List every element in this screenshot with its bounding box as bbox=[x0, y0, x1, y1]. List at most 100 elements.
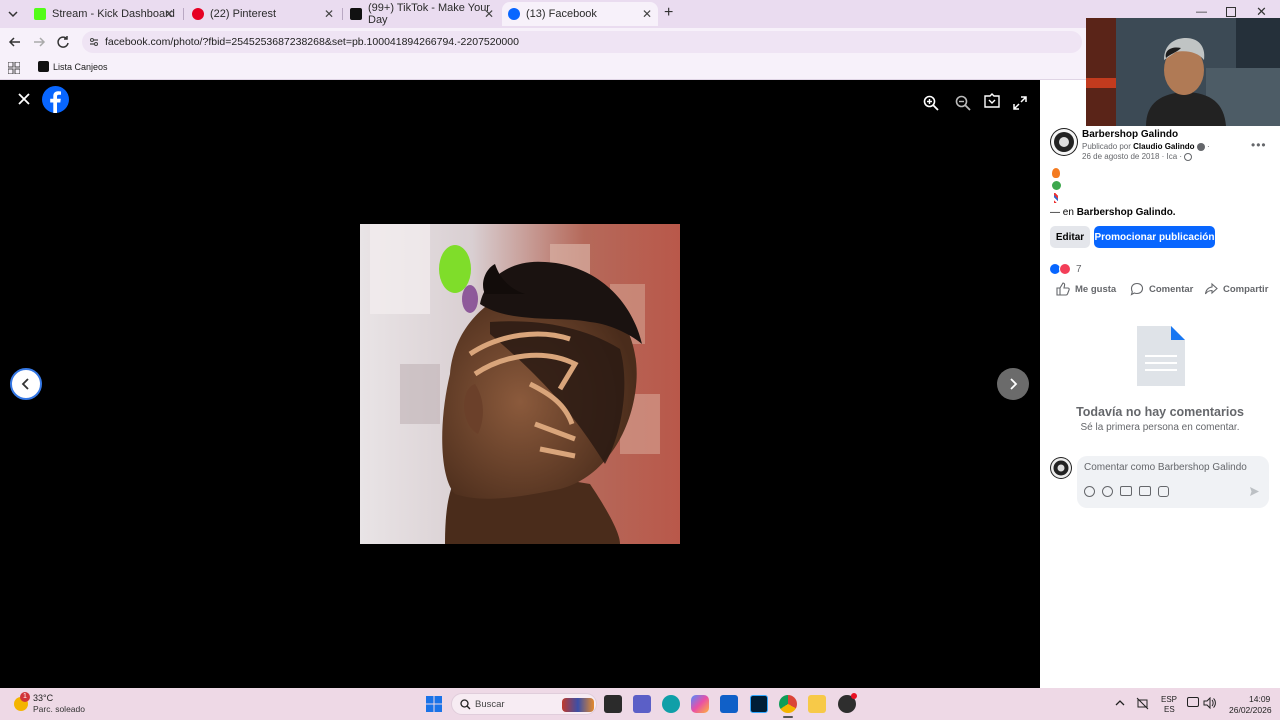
love-reaction-icon[interactable] bbox=[1059, 263, 1071, 275]
avatar-sticker-icon[interactable] bbox=[1084, 486, 1095, 497]
page-name[interactable]: Barbershop Galindo bbox=[1082, 129, 1178, 140]
chrome-icon[interactable] bbox=[779, 695, 797, 713]
next-photo-button[interactable] bbox=[997, 368, 1029, 400]
comment-icon bbox=[1130, 282, 1144, 296]
kick-icon bbox=[34, 8, 46, 20]
webcam-overlay bbox=[1086, 18, 1280, 126]
document-icon bbox=[1137, 326, 1185, 386]
back-icon[interactable] bbox=[8, 35, 22, 49]
close-tab-icon[interactable]: ✕ bbox=[324, 7, 334, 21]
close-tab-icon[interactable]: ✕ bbox=[484, 7, 494, 21]
promote-post-button[interactable]: Promocionar publicación bbox=[1094, 226, 1215, 248]
tab-title: (22) Pinterest bbox=[210, 8, 277, 20]
pinterest-icon bbox=[192, 8, 204, 20]
forward-icon[interactable] bbox=[32, 35, 46, 49]
language-indicator[interactable]: ESP bbox=[1161, 695, 1177, 704]
globe-icon bbox=[1184, 152, 1193, 161]
keyboard-layout[interactable]: ES bbox=[1164, 705, 1175, 714]
globe-emoji-icon bbox=[1052, 181, 1061, 190]
site-info-icon[interactable] bbox=[88, 36, 100, 48]
camera-icon[interactable] bbox=[1120, 486, 1132, 496]
reaction-count[interactable]: 7 bbox=[1076, 264, 1082, 275]
photo-viewer bbox=[0, 80, 1040, 688]
clock-date[interactable]: 26/02/2026 bbox=[1229, 705, 1272, 715]
search-highlight-image bbox=[562, 698, 594, 712]
address-bar[interactable]: facebook.com/photo/?fbid=254525368723826… bbox=[82, 31, 1082, 53]
page-avatar[interactable] bbox=[1050, 128, 1078, 156]
tab-list-icon[interactable] bbox=[6, 7, 20, 21]
new-tab-button[interactable]: + bbox=[664, 5, 673, 21]
comment-button[interactable]: Comentar bbox=[1130, 282, 1193, 296]
close-tab-icon[interactable]: ✕ bbox=[642, 7, 652, 21]
like-button[interactable]: Me gusta bbox=[1056, 282, 1116, 296]
no-comments-title: Todavía no hay comentarios bbox=[1076, 405, 1244, 419]
post-date[interactable]: 26 de agosto de 2018 bbox=[1082, 152, 1159, 161]
share-button[interactable]: Compartir bbox=[1204, 282, 1268, 296]
edge-icon[interactable] bbox=[662, 695, 680, 713]
send-icon[interactable] bbox=[1249, 486, 1260, 497]
tiktok-icon bbox=[38, 61, 49, 72]
volume-icon[interactable] bbox=[1203, 697, 1216, 709]
barber-pole-emoji-icon bbox=[1054, 193, 1058, 203]
comment-input[interactable]: Comentar como Barbershop Galindo bbox=[1084, 462, 1247, 473]
browser-tab-kick[interactable]: Stream - Kick Dashboard ✕ bbox=[28, 2, 180, 26]
published-by-prefix: Publicado por bbox=[1082, 142, 1131, 151]
windows-taskbar: 1 33°C Parc. soleado Buscar ESP ES 14:09… bbox=[0, 688, 1280, 720]
chevron-right-icon bbox=[1010, 378, 1018, 390]
edit-button[interactable]: Editar bbox=[1050, 226, 1090, 248]
fullscreen-icon[interactable] bbox=[1013, 96, 1027, 110]
comment-box[interactable]: Comentar como Barbershop Galindo bbox=[1077, 456, 1269, 508]
zoom-in-icon[interactable] bbox=[923, 95, 939, 111]
clock-time[interactable]: 14:09 bbox=[1249, 694, 1270, 704]
restore-window-button[interactable] bbox=[1226, 7, 1236, 17]
tab-title: Stream - Kick Dashboard bbox=[52, 8, 175, 20]
copilot-icon[interactable] bbox=[691, 695, 709, 713]
zoom-out-icon[interactable] bbox=[955, 95, 971, 111]
show-hidden-icons-icon[interactable] bbox=[1115, 698, 1125, 708]
commenter-avatar[interactable] bbox=[1050, 457, 1072, 479]
share-icon bbox=[1204, 282, 1218, 295]
browser-tab-facebook[interactable]: (13) Facebook ✕ bbox=[502, 2, 658, 26]
windows-icon bbox=[426, 696, 442, 712]
like-label: Me gusta bbox=[1075, 283, 1117, 295]
minimize-window-button[interactable]: — bbox=[1196, 6, 1207, 18]
apps-grid-icon[interactable] bbox=[8, 62, 20, 74]
bookmark-label: Lista Canjeos bbox=[53, 61, 108, 72]
taskbar-search[interactable]: Buscar bbox=[451, 693, 597, 715]
file-explorer-icon[interactable] bbox=[808, 695, 826, 713]
close-icon[interactable] bbox=[17, 92, 31, 106]
tag-photo-icon[interactable] bbox=[984, 93, 1000, 109]
emoji-icon[interactable] bbox=[1102, 486, 1113, 497]
chevron-left-icon bbox=[21, 378, 29, 390]
info-icon[interactable] bbox=[1196, 142, 1205, 151]
sticker-icon[interactable] bbox=[1158, 486, 1169, 497]
share-label: Compartir bbox=[1223, 283, 1269, 295]
tag-page-link[interactable]: Barbershop Galindo. bbox=[1077, 207, 1176, 218]
post-location[interactable]: Ica bbox=[1167, 152, 1178, 161]
url-text: facebook.com/photo/?fbid=254525368723826… bbox=[105, 36, 519, 48]
previous-photo-button[interactable] bbox=[10, 368, 42, 400]
close-tab-icon[interactable]: ✕ bbox=[164, 7, 174, 21]
teams-icon[interactable] bbox=[633, 695, 651, 713]
network-off-icon[interactable] bbox=[1136, 697, 1149, 710]
browser-tab-tiktok[interactable]: (99+) TikTok - Make Your Day ✕ bbox=[344, 2, 500, 26]
tiktok-icon bbox=[350, 8, 362, 20]
task-view-icon[interactable] bbox=[604, 695, 622, 713]
store-icon[interactable] bbox=[720, 695, 738, 713]
tagged-location-line: — en Barbershop Galindo. bbox=[1050, 207, 1176, 218]
network-icon[interactable] bbox=[1187, 697, 1199, 707]
gif-icon[interactable] bbox=[1139, 486, 1151, 496]
photoshop-icon[interactable] bbox=[750, 695, 768, 713]
browser-tab-pinterest[interactable]: (22) Pinterest ✕ bbox=[186, 2, 340, 26]
more-options-icon[interactable]: ••• bbox=[1251, 138, 1267, 152]
temperature: 33°C bbox=[33, 693, 54, 703]
thumbs-up-icon bbox=[1056, 282, 1070, 296]
reload-icon[interactable] bbox=[56, 35, 70, 49]
facebook-logo[interactable] bbox=[42, 86, 69, 113]
tab-title: (99+) TikTok - Make Your Day bbox=[368, 2, 490, 26]
published-by-name[interactable]: Claudio Galindo bbox=[1133, 142, 1194, 151]
comment-label: Comentar bbox=[1149, 283, 1194, 295]
weather-widget[interactable]: 1 33°C Parc. soleado bbox=[14, 692, 104, 716]
start-button[interactable] bbox=[426, 696, 442, 712]
bookmark-lista-canjeos[interactable]: Lista Canjeos bbox=[38, 61, 108, 72]
